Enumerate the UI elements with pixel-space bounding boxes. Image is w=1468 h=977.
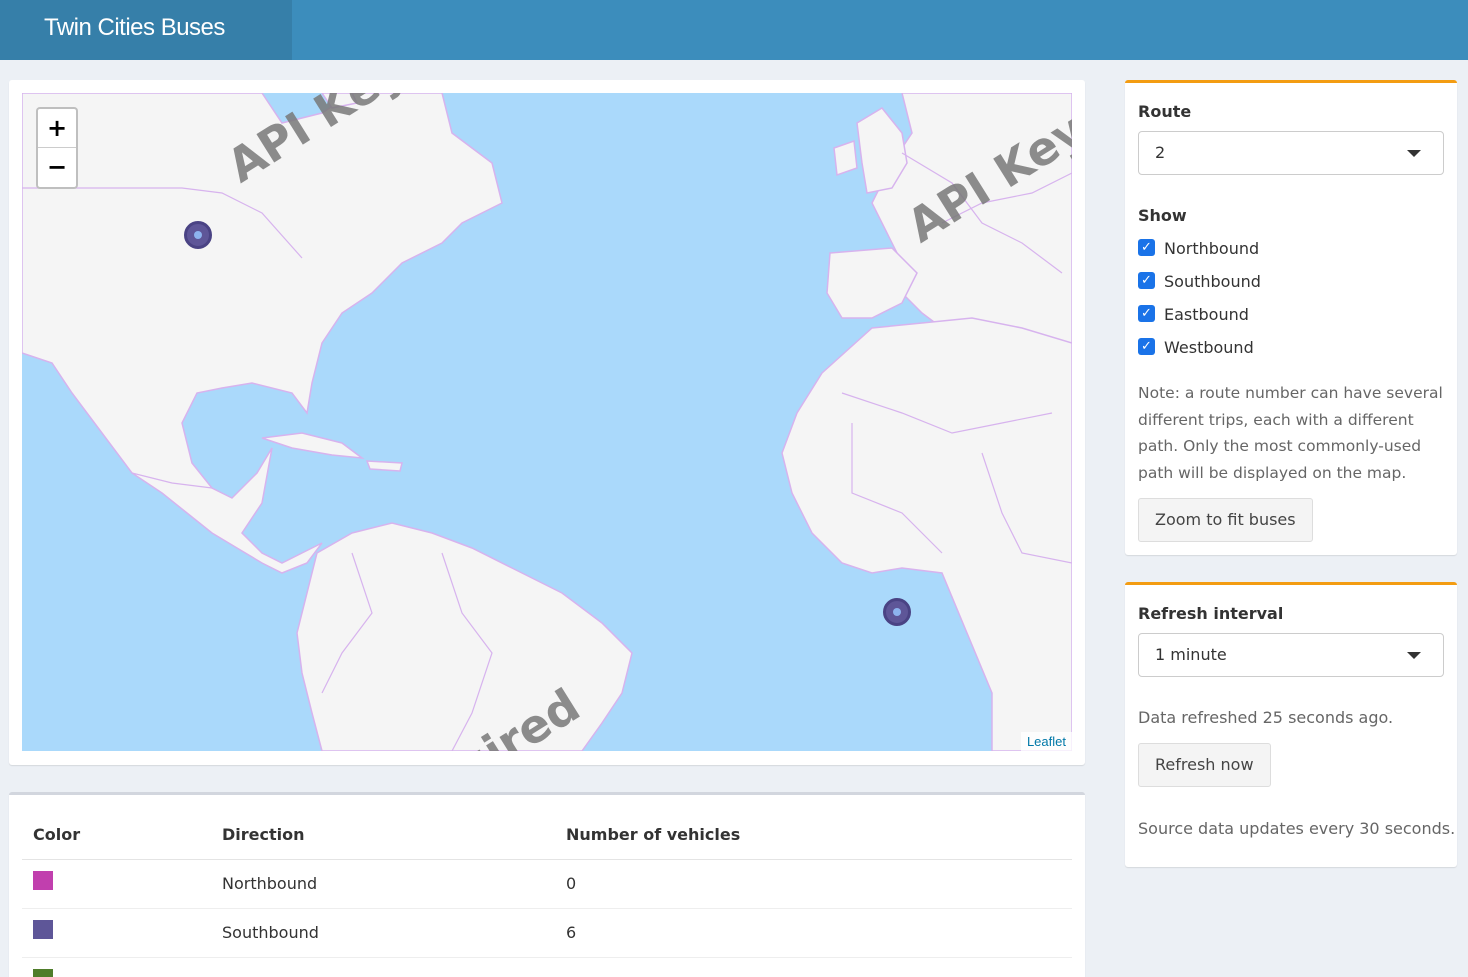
checkbox-checked-icon[interactable]: ✓: [1138, 239, 1155, 256]
route-panel: Route 2 Show ✓ Northbound ✓ Southbound ✓ Ea…: [1125, 80, 1457, 555]
refresh-status: Data refreshed 25 seconds ago.: [1138, 708, 1394, 727]
direction-cell: [211, 957, 555, 977]
show-label: Show: [1138, 206, 1187, 225]
checkbox-southbound[interactable]: ✓ Southbound: [1138, 271, 1261, 293]
checkbox-checked-icon[interactable]: ✓: [1138, 338, 1155, 355]
cuba-land: [261, 432, 365, 460]
checkbox-label: Eastbound: [1164, 305, 1249, 324]
hispaniola-land: [365, 460, 403, 472]
source-update-note: Source data updates every 30 seconds.: [1138, 819, 1456, 838]
ireland-land: [833, 139, 858, 177]
map[interactable]: API Key Re API Key R quired + − Leaflet: [22, 93, 1072, 751]
app-title[interactable]: Twin Cities Buses: [0, 0, 292, 60]
table-header-row: Color Direction Number of vehicles: [22, 811, 1072, 860]
bus-marker[interactable]: [184, 221, 212, 249]
count-cell: [555, 957, 1072, 977]
checkbox-northbound[interactable]: ✓ Northbound: [1138, 238, 1259, 260]
zoom-in-button[interactable]: +: [38, 109, 76, 148]
refresh-interval-label: Refresh interval: [1138, 604, 1284, 623]
color-cell: [22, 859, 211, 909]
route-select-value: 2: [1155, 143, 1166, 162]
refresh-interval-value: 1 minute: [1155, 645, 1227, 664]
count-cell: 6: [555, 908, 1072, 958]
chevron-down-icon: [1407, 652, 1421, 659]
checkbox-label: Southbound: [1164, 272, 1261, 291]
checkbox-checked-icon[interactable]: ✓: [1138, 272, 1155, 289]
color-cell: [22, 908, 211, 958]
checkbox-checked-icon[interactable]: ✓: [1138, 305, 1155, 322]
checkbox-label: Northbound: [1164, 239, 1260, 258]
table-row: Southbound 6: [22, 908, 1072, 958]
zoom-out-button[interactable]: −: [38, 148, 76, 187]
zoom-control: + −: [36, 107, 78, 189]
checkbox-westbound[interactable]: ✓ Westbound: [1138, 337, 1254, 359]
map-box: API Key Re API Key R quired + − Leaflet: [9, 80, 1085, 765]
color-swatch: [33, 870, 53, 890]
column-header-color: Color: [22, 811, 211, 860]
map-tiles: [22, 93, 1072, 751]
leaflet-link[interactable]: Leaflet: [1027, 734, 1066, 749]
refresh-panel: Refresh interval 1 minute Data refreshed…: [1125, 582, 1457, 867]
color-cell: [22, 957, 211, 977]
checkbox-eastbound[interactable]: ✓ Eastbound: [1138, 304, 1249, 326]
zoom-to-fit-button[interactable]: Zoom to fit buses: [1138, 498, 1313, 542]
count-cell: 0: [555, 859, 1072, 909]
vehicle-table-box: Color Direction Number of vehicles North…: [9, 792, 1085, 977]
chevron-down-icon: [1407, 150, 1421, 157]
column-header-count: Number of vehicles: [555, 811, 1072, 860]
leaflet-attribution[interactable]: Leaflet: [1020, 732, 1072, 751]
direction-cell: Southbound: [211, 908, 555, 958]
app-header: Twin Cities Buses: [0, 0, 1468, 60]
table-row: Northbound 0: [22, 859, 1072, 909]
route-select[interactable]: 2: [1138, 131, 1444, 175]
refresh-now-button[interactable]: Refresh now: [1138, 743, 1271, 787]
bus-marker[interactable]: [883, 598, 911, 626]
direction-cell: Northbound: [211, 859, 555, 909]
africa-land: [781, 317, 1072, 751]
color-swatch: [33, 919, 53, 939]
route-note: Note: a route number can have several di…: [1138, 384, 1443, 482]
vehicle-table: Color Direction Number of vehicles North…: [22, 811, 1072, 977]
refresh-interval-select[interactable]: 1 minute: [1138, 633, 1444, 677]
route-label: Route: [1138, 102, 1192, 121]
color-swatch: [33, 968, 53, 977]
table-row: [22, 957, 1072, 977]
column-header-direction: Direction: [211, 811, 555, 860]
iberia-land: [826, 247, 918, 319]
checkbox-label: Westbound: [1164, 338, 1254, 357]
